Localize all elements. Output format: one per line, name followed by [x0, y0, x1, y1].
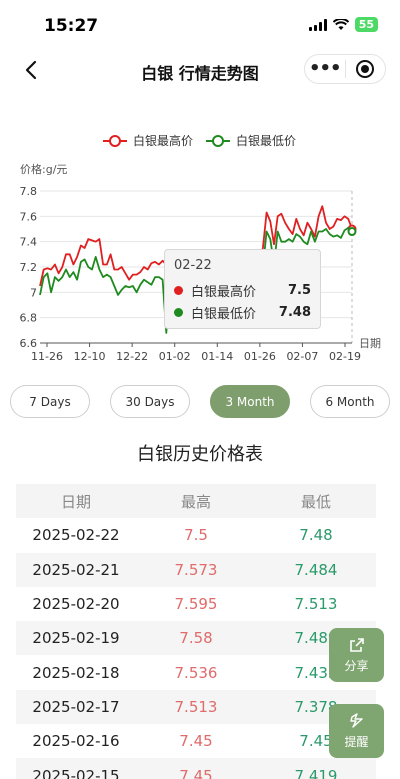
reminder-button[interactable]: 提醒 [329, 704, 384, 758]
period-30-days-button[interactable]: 30 Days [110, 385, 190, 418]
low-price-point [347, 227, 357, 237]
tooltip-series-name: 白银最低价 [191, 306, 257, 322]
table-row: 2025-02-17 7.513 7.378 [16, 689, 376, 725]
y-tick-label: 7.6 [20, 210, 38, 223]
x-tick-label: 12-22 [116, 350, 148, 363]
cell-low: 7.484 [294, 560, 338, 579]
x-tick-label: 01-14 [201, 350, 233, 363]
x-tick-label: 02-19 [329, 350, 361, 363]
tooltip-row-low: 白银最低价 7.48 [174, 301, 311, 323]
table-row: 2025-02-15 7.45 7.419 [16, 758, 376, 779]
table-header: 日期 最高 最低 [16, 484, 376, 519]
price-history-table: 日期 最高 最低 2025-02-22 7.5 7.48 2025-02-21 … [16, 484, 376, 779]
x-tick-label: 02-07 [286, 350, 318, 363]
status-bar: 15:27 55 [0, 0, 400, 48]
table-row: 2025-02-21 7.573 7.484 [16, 552, 376, 587]
y-tick-label: 7 [30, 286, 37, 299]
y-tick-label: 7.2 [20, 261, 38, 274]
legend-label: 白银最低价 [236, 133, 296, 148]
more-dots-icon[interactable]: ••• [305, 55, 345, 83]
cell-high: 7.573 [174, 560, 218, 579]
nav-bar: 白银 行情走势图 ••• [0, 48, 400, 92]
cell-high: 7.536 [174, 663, 218, 682]
legend-label: 白银最高价 [133, 133, 193, 148]
cell-date: 2025-02-19 [32, 629, 120, 648]
y-axis-label: 价格:g/元 [20, 162, 67, 176]
y-tick-label: 6.8 [20, 312, 38, 325]
target-close-icon [356, 60, 375, 78]
table-row: 2025-02-20 7.595 7.513 [16, 587, 376, 621]
reminder-icon [349, 712, 363, 728]
tooltip-value: 7.5 [287, 282, 311, 298]
mini-program-capsule: ••• [304, 54, 386, 84]
legend-marker [212, 135, 224, 147]
y-tick-label: 7.4 [20, 236, 38, 249]
y-tick-label: 7.8 [20, 185, 38, 198]
chart-tooltip: 02-22 白银最高价 7.5 白银最低价 7.48 [164, 249, 321, 329]
table-title: 白银历史价格表 [137, 444, 263, 465]
table-row: 2025-02-16 7.45 7.45 [16, 724, 376, 758]
share-label: 分享 [344, 658, 369, 673]
cell-high: 7.595 [174, 595, 218, 614]
status-icons: 55 [308, 17, 378, 32]
cell-low: 7.513 [294, 595, 338, 614]
close-button[interactable] [346, 60, 386, 78]
status-time: 15:27 [44, 16, 99, 36]
legend-marker [109, 135, 121, 147]
table-row: 2025-02-19 7.58 7.489 [16, 621, 376, 656]
x-tick-label: 01-26 [244, 350, 276, 363]
cell-date: 2025-02-16 [32, 732, 120, 751]
tooltip-date: 02-22 [174, 258, 212, 273]
cell-low: 7.419 [294, 766, 338, 779]
tooltip-series-name: 白银最高价 [191, 284, 257, 300]
cell-date: 2025-02-20 [32, 595, 120, 614]
share-button[interactable]: 分享 [329, 628, 384, 682]
x-tick-label: 12-10 [74, 350, 106, 363]
period-3-month-button[interactable]: 3 Month [210, 385, 290, 418]
header-date: 日期 [60, 492, 91, 511]
cell-date: 2025-02-22 [32, 526, 120, 545]
signal-icon [308, 18, 327, 31]
cell-date: 2025-02-21 [32, 560, 120, 579]
share-icon [349, 637, 364, 652]
period-7-days-button[interactable]: 7 Days [10, 385, 90, 418]
tooltip-row-high: 白银最高价 7.5 [174, 279, 311, 301]
tooltip-value: 7.48 [278, 304, 311, 320]
cell-low: 7.48 [299, 526, 333, 545]
cell-high: 7.5 [184, 526, 208, 545]
header-high: 最高 [180, 492, 211, 511]
wifi-icon [332, 18, 349, 30]
tooltip-dot-high [174, 285, 183, 295]
reminder-label: 提醒 [344, 734, 369, 749]
cell-high: 7.58 [179, 629, 213, 648]
period-6-month-button[interactable]: 6 Month [310, 385, 390, 418]
x-axis-label: 日期 [359, 337, 381, 350]
cell-high: 7.45 [179, 766, 213, 779]
cell-high: 7.45 [179, 732, 213, 751]
table-row: 2025-02-22 7.5 7.48 [16, 518, 376, 552]
cell-date: 2025-02-18 [32, 663, 120, 682]
header-low: 最低 [300, 492, 331, 511]
battery-indicator: 55 [354, 17, 378, 32]
tooltip-dot-low [174, 307, 183, 317]
table-row: 2025-02-18 7.536 7.435 [16, 655, 376, 689]
cell-high: 7.513 [174, 697, 218, 716]
cell-date: 2025-02-17 [32, 697, 120, 716]
x-tick-label: 01-02 [159, 350, 191, 363]
cell-date: 2025-02-15 [32, 766, 120, 779]
x-tick-label: 11-26 [31, 350, 63, 363]
period-selector: 7 Days 30 Days 3 Month 6 Month [0, 385, 400, 419]
y-tick-label: 6.6 [20, 337, 38, 350]
